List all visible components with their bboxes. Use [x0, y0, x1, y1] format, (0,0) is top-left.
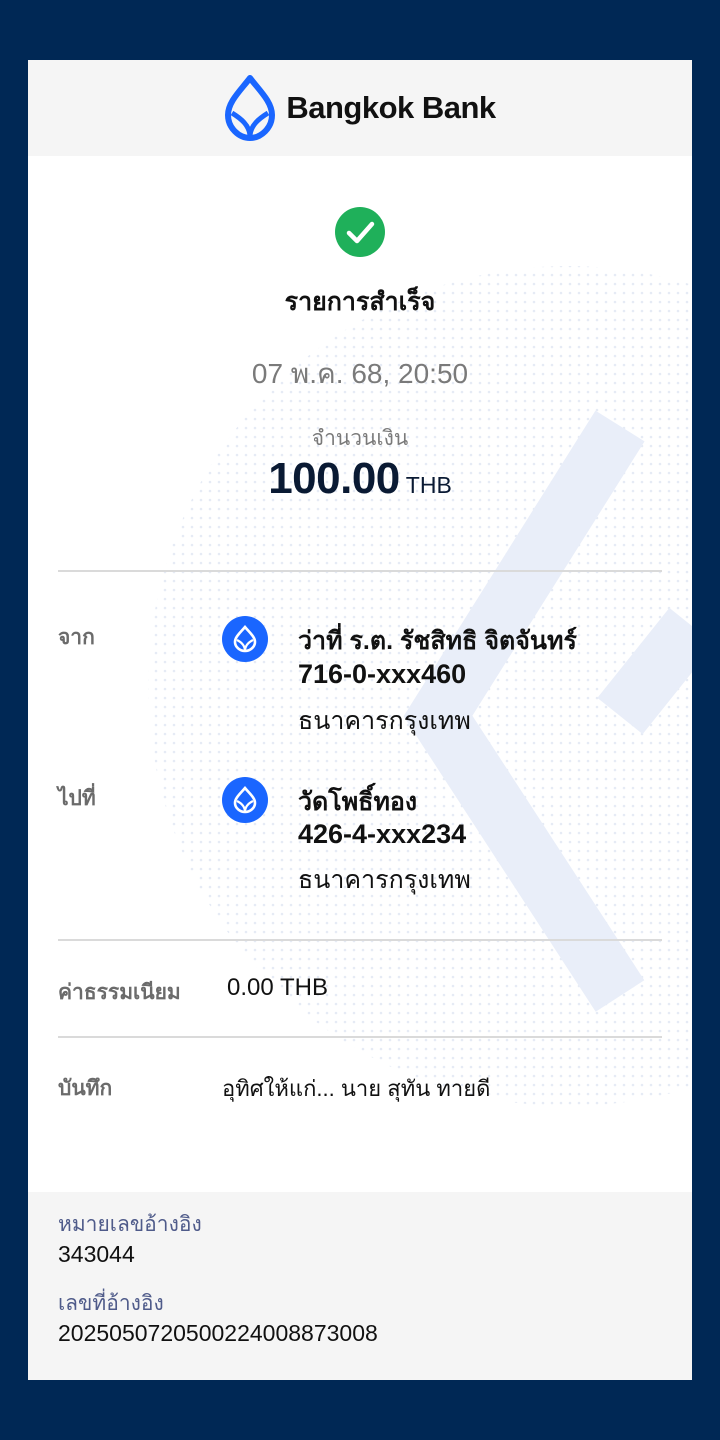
amount-label: จำนวนเงิน — [311, 427, 409, 450]
transaction-datetime: 07 พ.ค. 68, 20:50 — [251, 358, 469, 389]
bangkok-bank-logo-icon — [225, 75, 276, 141]
to-account-name: วัดโพธิ์ทอง — [298, 788, 418, 816]
note-value: อุทิศให้แก่... นาย สุทัน ทายดี — [222, 1076, 491, 1101]
transaction-status: รายการสำเร็จ — [284, 288, 436, 316]
fee-label: ค่าธรรมเนียม — [58, 981, 181, 1004]
success-check-icon — [335, 207, 385, 257]
from-account-number: 716-0-xxx460 — [298, 659, 467, 689]
reference-number: 343044 — [58, 1241, 135, 1267]
to-bank-icon — [222, 777, 268, 823]
from-label: จาก — [58, 626, 95, 649]
to-label: ไปที่ — [58, 787, 96, 810]
amount: 100.00 THB — [28, 454, 692, 504]
from-bank-name: ธนาคารกรุงเทพ — [298, 707, 471, 735]
slip-header: Bangkok Bank — [28, 60, 692, 156]
reference-section: หมายเลขอ้างอิง 343044 เลขที่อ้างอิง 2025… — [28, 1192, 692, 1380]
divider — [58, 939, 662, 941]
transfer-slip-card: Bangkok Bank รายการสำเร็จ 07 พ.ค. 68, 20… — [28, 60, 692, 1380]
from-account-name: ว่าที่ ร.ต. รัชสิทธิ จิตจันทร์ — [298, 627, 577, 655]
reference-number-label: หมายเลขอ้างอิง — [58, 1213, 202, 1236]
brand-name: Bangkok Bank — [286, 90, 496, 125]
to-bank-name: ธนาคารกรุงเทพ — [298, 866, 471, 894]
fee-value: 0.00 THB — [227, 974, 328, 1001]
note-label: บันทึก — [58, 1077, 113, 1100]
amount-currency: THB — [405, 472, 452, 498]
reference-code-label: เลขที่อ้างอิง — [58, 1292, 164, 1315]
divider — [58, 570, 662, 572]
reference-code: 2025050720500224008873008 — [58, 1320, 378, 1346]
divider — [58, 1036, 662, 1038]
from-bank-icon — [222, 616, 268, 662]
to-account-number: 426-4-xxx234 — [298, 819, 467, 849]
amount-value: 100.00 — [268, 454, 400, 503]
screen: { "header": { "brand_name": "Bangkok Ban… — [0, 0, 720, 1440]
